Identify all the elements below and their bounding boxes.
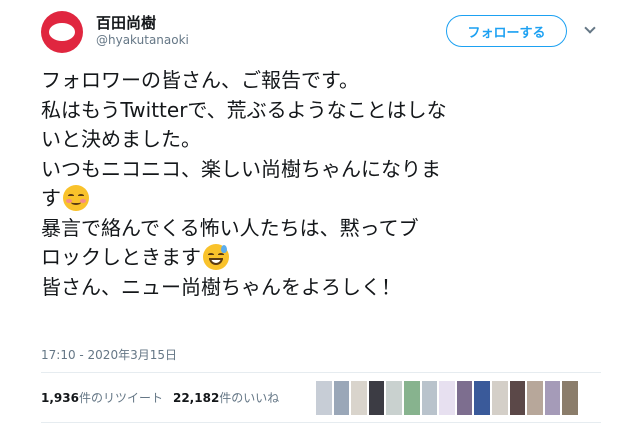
retweets-stat[interactable]: 1,936件のリツイート [41, 391, 163, 405]
liker-avatar[interactable] [421, 381, 438, 415]
liker-avatar[interactable] [333, 381, 350, 415]
tweet-line-text: す [41, 186, 61, 210]
follow-button[interactable]: フォローする [446, 15, 567, 47]
likes-stat[interactable]: 22,182件のいいね [173, 391, 279, 405]
liker-avatar[interactable] [316, 381, 332, 415]
liker-avatars [316, 381, 578, 415]
chevron-down-icon[interactable] [584, 22, 596, 34]
tweet-stats: 1,936件のリツイート 22,182件のいいね [41, 389, 279, 406]
tweet-line: フォロワーの皆さん、ご報告です。 [41, 68, 359, 92]
liker-avatar[interactable] [386, 381, 402, 415]
tweet-line: 皆さん、ニュー尚樹ちゃんをよろしく！ [41, 274, 401, 299]
tweet-line: いと決めました。 [41, 127, 201, 151]
tweet-timestamp[interactable]: 17:10 - 2020年3月15日 [41, 346, 177, 363]
display-name[interactable]: 百田尚樹 [96, 12, 156, 33]
avatar[interactable] [41, 11, 83, 53]
tweet-line-with-emoji: す [41, 184, 601, 214]
liker-avatar[interactable] [351, 381, 367, 415]
tweet-line-text: ロックしときます [41, 245, 201, 269]
user-handle[interactable]: @hyakutanaoki [96, 33, 189, 47]
liker-avatar[interactable] [491, 381, 508, 415]
liker-avatar[interactable] [474, 381, 490, 415]
liker-avatar[interactable] [509, 381, 526, 415]
tweet-line: いつもニコニコ、楽しい尚樹ちゃんになりま [41, 156, 441, 181]
divider [41, 422, 601, 423]
tweet-line-with-emoji: ロックしときます [41, 243, 601, 273]
liker-avatar[interactable] [456, 381, 473, 415]
liker-avatar[interactable] [403, 381, 420, 415]
tweet-line: 私はもうTwitterで、荒ぶるようなことはしな [41, 97, 447, 122]
retweets-label: 件のリツイート [78, 391, 163, 405]
divider [41, 372, 601, 373]
likes-label: 件のいいね [219, 391, 280, 405]
liker-avatar[interactable] [368, 381, 385, 415]
likes-count: 22,182 [172, 391, 220, 405]
tweet-text: フォロワーの皆さん、ご報告です。 私はもうTwitterで、荒ぶるようなことはし… [41, 66, 601, 302]
tweet-line: 暴言で絡んでくる怖い人たちは、黙ってブ [41, 215, 419, 240]
smiling-face-with-blush-icon [63, 185, 89, 211]
liker-avatar[interactable] [544, 381, 561, 415]
liker-avatar[interactable] [439, 381, 455, 415]
liker-avatar[interactable] [527, 381, 543, 415]
retweets-count: 1,936 [41, 391, 79, 405]
grinning-face-with-sweat-icon [203, 244, 229, 270]
liker-avatar[interactable] [562, 381, 578, 415]
